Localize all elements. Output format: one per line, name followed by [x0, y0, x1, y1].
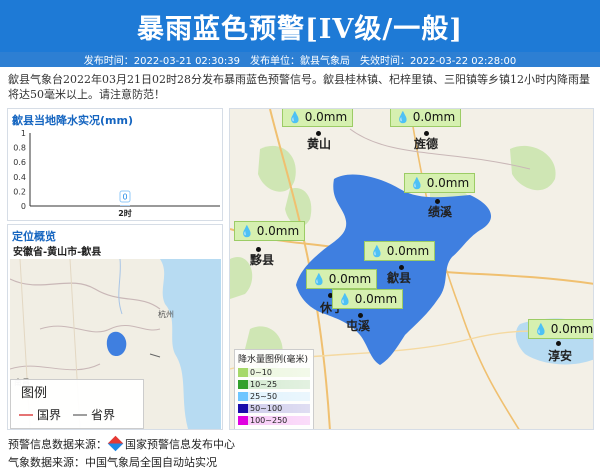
- cma-logo-icon: [107, 435, 124, 452]
- warning-title: 暴雨蓝色预警[IV级/一般]: [137, 13, 463, 45]
- meta-bar: 发布时间：2022-03-21 02:30:39 发布单位：歙县气象局 失效时间…: [0, 52, 600, 67]
- overview-legend: 图例 国界 省界: [10, 379, 144, 429]
- y-tick-label: 0: [21, 202, 26, 211]
- station-rain-badge[interactable]: 💧 0.0mm: [234, 221, 306, 241]
- legend-swatch: [238, 380, 248, 389]
- station-name: 歙县: [387, 271, 412, 285]
- legend-label: 0~10: [248, 368, 310, 377]
- y-tick-label: 0.2: [13, 187, 26, 196]
- rainfall-panel: 歙县当地降水实况(mm) 1 0.8 0.6 0.4 0.2 0 0 2时: [7, 108, 223, 221]
- x-tick-label: 2时: [118, 208, 132, 218]
- warning-map[interactable]: 💧 0.0mm 黄山 💧 0.0mm 旌德 💧 0.0mm 绩溪 💧 0.0mm 黟县 💧 0.0mm 歙县…: [229, 108, 594, 430]
- expire-time: 失效时间：2022-03-22 02:28:00: [360, 56, 517, 67]
- warning-source-line: 预警信息数据来源： 国家预警信息发布中心: [8, 435, 235, 452]
- station-rain-value: 0.0mm: [256, 224, 300, 238]
- legend-swatch: [238, 404, 248, 413]
- station-rain-value: 0.0mm: [412, 110, 456, 124]
- raindrop-icon: 💧: [370, 244, 384, 258]
- station-marker[interactable]: [556, 341, 561, 346]
- station-rain-badge[interactable]: 💧 0.0mm: [306, 269, 378, 289]
- map-label-hangzhou: 杭州: [158, 310, 174, 319]
- station-rain-value: 0.0mm: [304, 110, 348, 124]
- legend-label: 100~250: [248, 416, 310, 425]
- station-rain-badge[interactable]: 💧 0.0mm: [528, 319, 594, 339]
- province-border-swatch: [73, 413, 87, 416]
- legend-swatch: [238, 368, 248, 377]
- legend-label: 10~25: [248, 380, 310, 389]
- rainfall-legend-row: 100~250: [238, 415, 310, 426]
- legend-swatch: [238, 416, 248, 425]
- rainfall-chart: 1 0.8 0.6 0.4 0.2 0 0 2时: [13, 129, 220, 218]
- raindrop-icon: 💧: [534, 322, 548, 336]
- warning-description: 歙县气象台2022年03月21日02时28分发布暴雨蓝色预警信号。歙县桂林镇、杞…: [8, 73, 590, 101]
- legend-label: 25~50: [248, 392, 310, 401]
- rain-bar: [120, 205, 130, 206]
- station-rain-badge[interactable]: 💧 0.0mm: [404, 173, 476, 193]
- national-border-label: 国界: [37, 408, 62, 422]
- overview-map[interactable]: 南昌 杭州 图例 国界 省界: [10, 259, 221, 429]
- raindrop-icon: 💧: [240, 224, 254, 238]
- raindrop-icon: 💧: [396, 110, 410, 124]
- rainfall-legend-row: 0~10: [238, 367, 310, 378]
- warning-source-value: 国家预警信息发布中心: [125, 438, 235, 451]
- raindrop-icon: 💧: [338, 292, 352, 306]
- y-tick-label: 0.4: [13, 173, 26, 182]
- bar-data-label: 0: [122, 193, 127, 202]
- rainfall-legend: 降水量图例(毫米) 0~10 10~25 25~50 50~100 100~250: [234, 349, 314, 429]
- publish-time: 发布时间：2022-03-21 02:30:39: [83, 56, 240, 67]
- station-name: 黟县: [250, 253, 275, 267]
- warning-source-label: 预警信息数据来源：: [8, 438, 107, 451]
- rainfall-legend-row: 50~100: [238, 403, 310, 414]
- station-rain-value: 0.0mm: [386, 244, 430, 258]
- station-name: 淳安: [548, 349, 573, 363]
- rainfall-legend-title: 降水量图例(毫米): [238, 355, 309, 365]
- weather-source-line: 气象数据来源：中国气象局全国自动站实况: [8, 456, 217, 469]
- legend-swatch: [238, 392, 248, 401]
- station-name: 旌德: [414, 137, 439, 151]
- national-border-swatch: [19, 413, 33, 416]
- station-rain-badge[interactable]: 💧 0.0mm: [282, 109, 354, 127]
- station-rain-value: 0.0mm: [354, 292, 398, 306]
- y-tick-label: 0.8: [13, 144, 26, 153]
- raindrop-icon: 💧: [288, 110, 302, 124]
- raindrop-icon: 💧: [312, 272, 326, 286]
- rainfall-legend-row: 25~50: [238, 391, 310, 402]
- station-rain-value: 0.0mm: [550, 322, 594, 336]
- location-path: 安徽省-黄山市-歙县: [13, 247, 102, 258]
- raindrop-icon: 💧: [410, 176, 424, 190]
- location-panel: 定位概览 安徽省-黄山市-歙县 南昌 杭州 图例 国界: [7, 224, 223, 430]
- rainfall-legend-row: 10~25: [238, 379, 310, 390]
- station-rain-value: 0.0mm: [328, 272, 372, 286]
- station-name: 屯溪: [346, 319, 371, 333]
- station-rain-value: 0.0mm: [426, 176, 470, 190]
- station-rain-badge[interactable]: 💧 0.0mm: [390, 109, 462, 127]
- overview-legend-title: 图例: [21, 386, 48, 401]
- publisher: 发布单位：歙县气象局: [250, 56, 350, 67]
- legend-label: 50~100: [248, 404, 310, 413]
- y-tick-label: 0.6: [13, 158, 26, 167]
- station-rain-badge[interactable]: 💧 0.0mm: [332, 289, 404, 309]
- y-tick-label: 1: [21, 129, 26, 138]
- station-rain-badge[interactable]: 💧 0.0mm: [364, 241, 436, 261]
- province-border-label: 省界: [91, 408, 116, 422]
- station-name: 绩溪: [428, 205, 453, 219]
- header-bar: 暴雨蓝色预警[IV级/一般]: [0, 0, 600, 52]
- station-name: 黄山: [307, 137, 332, 151]
- warning-page: 暴雨蓝色预警[IV级/一般] 发布时间：2022-03-21 02:30:39 …: [0, 0, 600, 471]
